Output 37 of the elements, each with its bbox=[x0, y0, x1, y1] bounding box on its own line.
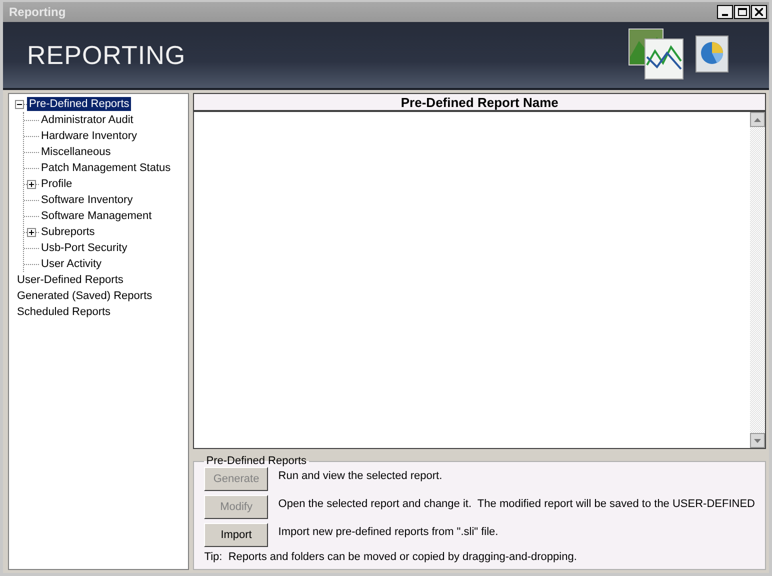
maximize-icon bbox=[738, 8, 746, 16]
scrollbar[interactable] bbox=[750, 112, 765, 448]
close-icon bbox=[755, 8, 763, 16]
up-arrow-icon bbox=[754, 118, 761, 122]
group-title: Pre-Defined Reports bbox=[205, 455, 308, 467]
scroll-up-button[interactable] bbox=[750, 112, 765, 127]
tree-item[interactable]: Pre-Defined Reports bbox=[27, 97, 132, 111]
tree-item[interactable]: Usb-Port Security bbox=[39, 241, 130, 255]
expand-icon[interactable] bbox=[27, 228, 36, 236]
banner-title: REPORTING bbox=[27, 40, 186, 70]
scroll-down-button[interactable] bbox=[750, 433, 765, 448]
tree-item[interactable]: User-Defined Reports bbox=[15, 273, 126, 287]
tree-item[interactable]: Scheduled Reports bbox=[15, 305, 113, 319]
tree-item[interactable]: Hardware Inventory bbox=[39, 129, 139, 143]
tree-item[interactable]: Software Inventory bbox=[39, 193, 135, 207]
action-description: Run and view the selected report. bbox=[278, 469, 442, 482]
action-description: Open the selected report and change it. The modified report will be saved to the USER-DEFINED bbox=[278, 497, 755, 510]
maximize-button[interactable] bbox=[734, 5, 750, 19]
tree-item[interactable]: Profile bbox=[39, 177, 74, 191]
action-button[interactable]: Import bbox=[204, 523, 268, 547]
action-description: Import new pre-defined reports from ".sli" file. bbox=[278, 525, 498, 538]
column-header[interactable]: Pre-Defined Report Name bbox=[194, 94, 765, 112]
down-arrow-icon bbox=[754, 439, 761, 443]
tree-item[interactable]: Administrator Audit bbox=[39, 113, 136, 127]
expand-icon[interactable] bbox=[27, 180, 36, 188]
tree-item[interactable]: Miscellaneous bbox=[39, 145, 113, 159]
tree-item[interactable]: Software Management bbox=[39, 209, 154, 223]
window-title: Reporting bbox=[9, 5, 66, 19]
tip-text: Tip: Reports and folders can be moved or copied by dragging-and-dropping. bbox=[204, 551, 578, 563]
tree-item[interactable]: Patch Management Status bbox=[39, 161, 173, 175]
pie-chart-icon bbox=[695, 35, 729, 75]
tree-item[interactable]: Generated (Saved) Reports bbox=[15, 289, 154, 303]
tree-item[interactable]: User Activity bbox=[39, 257, 104, 271]
tree-item[interactable]: Subreports bbox=[39, 225, 97, 239]
collapse-icon[interactable] bbox=[15, 100, 24, 108]
minimize-button[interactable] bbox=[717, 5, 733, 19]
close-button[interactable] bbox=[751, 5, 767, 19]
